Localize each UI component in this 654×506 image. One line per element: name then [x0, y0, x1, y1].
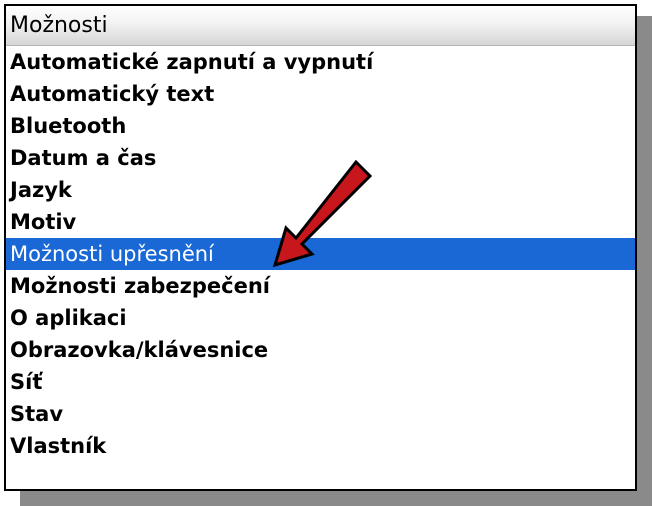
list-item-auto-on-off[interactable]: Automatické zapnutí a vypnutí	[6, 46, 635, 78]
title-bar: Možnosti	[6, 6, 635, 46]
list-item-language[interactable]: Jazyk	[6, 174, 635, 206]
options-screen: Možnosti Automatické zapnutí a vypnutí A…	[4, 4, 637, 491]
list-item-advanced-options[interactable]: Možnosti upřesnění	[6, 238, 635, 270]
screen-title: Možnosti	[10, 13, 108, 38]
list-item-auto-text[interactable]: Automatický text	[6, 78, 635, 110]
list-item-date-time[interactable]: Datum a čas	[6, 142, 635, 174]
list-item-owner[interactable]: Vlastník	[6, 430, 635, 462]
list-item-status[interactable]: Stav	[6, 398, 635, 430]
list-item-about[interactable]: O aplikaci	[6, 302, 635, 334]
options-list: Automatické zapnutí a vypnutí Automatick…	[6, 46, 635, 462]
list-item-network[interactable]: Síť	[6, 366, 635, 398]
list-item-bluetooth[interactable]: Bluetooth	[6, 110, 635, 142]
list-item-screen-keyboard[interactable]: Obrazovka/klávesnice	[6, 334, 635, 366]
list-item-security-options[interactable]: Možnosti zabezpečení	[6, 270, 635, 302]
list-item-theme[interactable]: Motiv	[6, 206, 635, 238]
